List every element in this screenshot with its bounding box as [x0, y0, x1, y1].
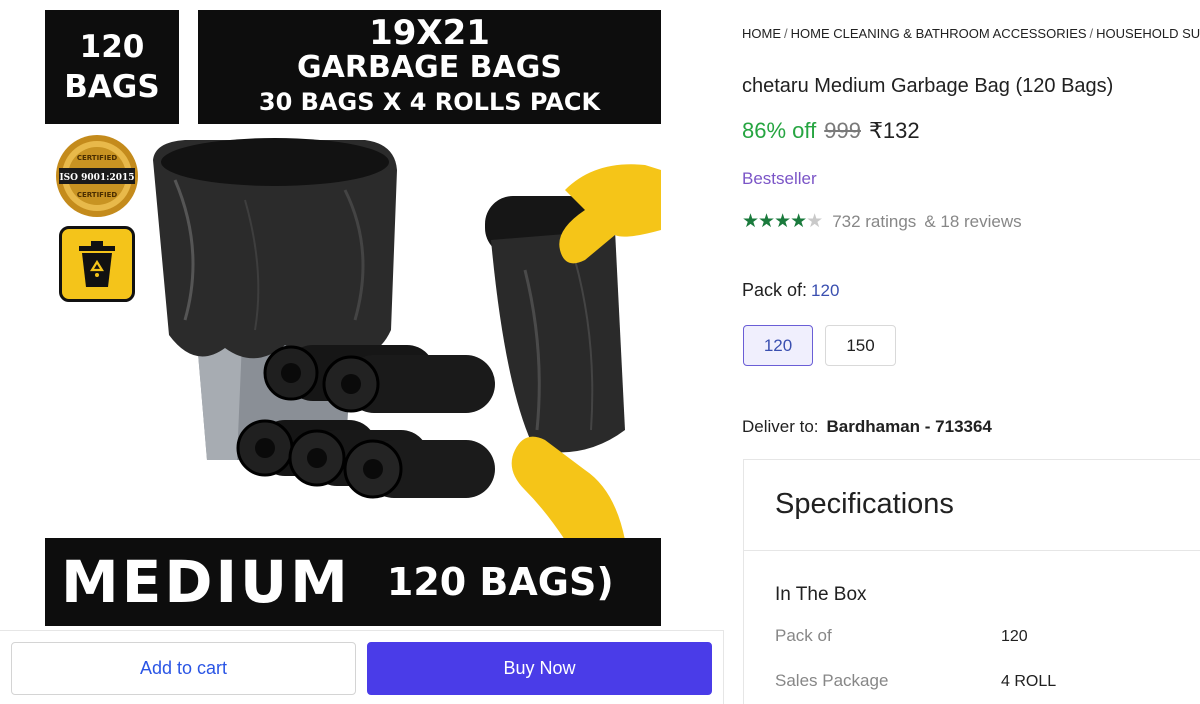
breadcrumb: HOME / HOME CLEANING & BATHROOM ACCESSORIE… — [742, 26, 1200, 41]
bag-count-text: 120 BAGS) — [386, 560, 614, 604]
pack-option-150[interactable]: 150 — [825, 325, 896, 366]
spec-value-pack-of: 120 — [1001, 628, 1028, 645]
breadcrumb-home-cleaning[interactable]: HOME CLEANING & BATHROOM ACCESSORIES — [791, 26, 1087, 41]
delivery-info[interactable]: Deliver to: Bardhaman - 713364 — [742, 417, 992, 437]
pack-of-selected: 120 — [811, 281, 840, 300]
rating-stars-icon: ★★★★★ — [742, 210, 823, 233]
size-text: MEDIUM — [61, 548, 351, 616]
size-banner: MEDIUM 120 BAGS) — [45, 538, 661, 626]
product-details: HOME / HOME CLEANING & BATHROOM ACCESSORIE… — [742, 0, 1200, 704]
bag-count: 120 — [79, 29, 145, 65]
image-pack-text: 30 BAGS X 4 ROLLS PACK — [258, 88, 601, 116]
breadcrumb-separator: / — [784, 26, 788, 41]
delivery-location: Bardhaman - 713364 — [826, 417, 992, 436]
breadcrumb-household-supplies[interactable]: HOUSEHOLD SUPPLIES — [1096, 26, 1200, 41]
rating-row[interactable]: ★★★★★ 732 ratings & 18 reviews — [742, 210, 1022, 233]
selling-price: ₹132 — [868, 118, 920, 143]
full-stars: ★★★★ — [742, 211, 807, 232]
image-product-text: GARBAGE BAGS — [297, 50, 562, 85]
add-to-cart-button[interactable]: Add to cart — [11, 642, 356, 695]
seal-iso-text: ISO 9001:2015 — [59, 173, 134, 183]
action-bar: Add to cart Buy Now — [0, 630, 724, 704]
recycle-bin-icon — [59, 226, 135, 302]
breadcrumb-separator: / — [1089, 26, 1094, 41]
spec-key-sales-package: Sales Package — [775, 671, 889, 690]
image-size-text: 19X21 — [369, 13, 490, 53]
pack-option-120[interactable]: 120 — [743, 325, 813, 366]
product-page: 120 BAGS 19X21 GARBAGE BAGS 30 BAGS X 4 … — [0, 0, 1200, 704]
half-star: ★ — [806, 211, 823, 232]
pack-of-label: Pack of: 120 — [742, 280, 839, 301]
divider — [744, 550, 1200, 551]
product-title: chetaru Medium Garbage Bag (120 Bags) — [742, 75, 1114, 97]
bag-count-badge: 120 BAGS — [45, 10, 179, 124]
spec-key-pack-of: Pack of — [775, 626, 832, 645]
garbage-bags-photo — [153, 138, 661, 540]
seal-bottom-text: CERTIFIED — [77, 191, 118, 199]
ratings-count: 732 ratings — [832, 211, 917, 231]
original-price: 999 — [824, 118, 861, 143]
bestseller-badge: Bestseller — [742, 169, 817, 188]
product-image[interactable]: 120 BAGS 19X21 GARBAGE BAGS 30 BAGS X 4 … — [45, 10, 661, 626]
seal-top-text: CERTIFIED — [77, 154, 118, 162]
pack-of-text: Pack of: — [742, 280, 808, 300]
iso-certified-seal-icon: ISO 9001:2015 CERTIFIED CERTIFIED — [56, 135, 138, 217]
breadcrumb-home[interactable]: HOME — [742, 26, 781, 41]
reviews-count: & 18 reviews — [924, 211, 1022, 231]
price-row: 86% off 999 ₹132 — [742, 118, 920, 144]
specifications-card: Specifications In The Box Pack of 120 Sa… — [743, 459, 1200, 704]
spec-value-sales-package: 4 ROLL — [1001, 673, 1057, 690]
in-the-box-heading: In The Box — [775, 584, 867, 605]
image-title-banner: 19X21 GARBAGE BAGS 30 BAGS X 4 ROLLS PAC… — [198, 10, 661, 124]
bag-count-unit: BAGS — [64, 69, 160, 105]
specifications-heading: Specifications — [775, 488, 954, 520]
discount-percent: 86% off — [742, 118, 817, 143]
deliver-to-label: Deliver to: — [742, 417, 819, 436]
buy-now-button[interactable]: Buy Now — [367, 642, 712, 695]
